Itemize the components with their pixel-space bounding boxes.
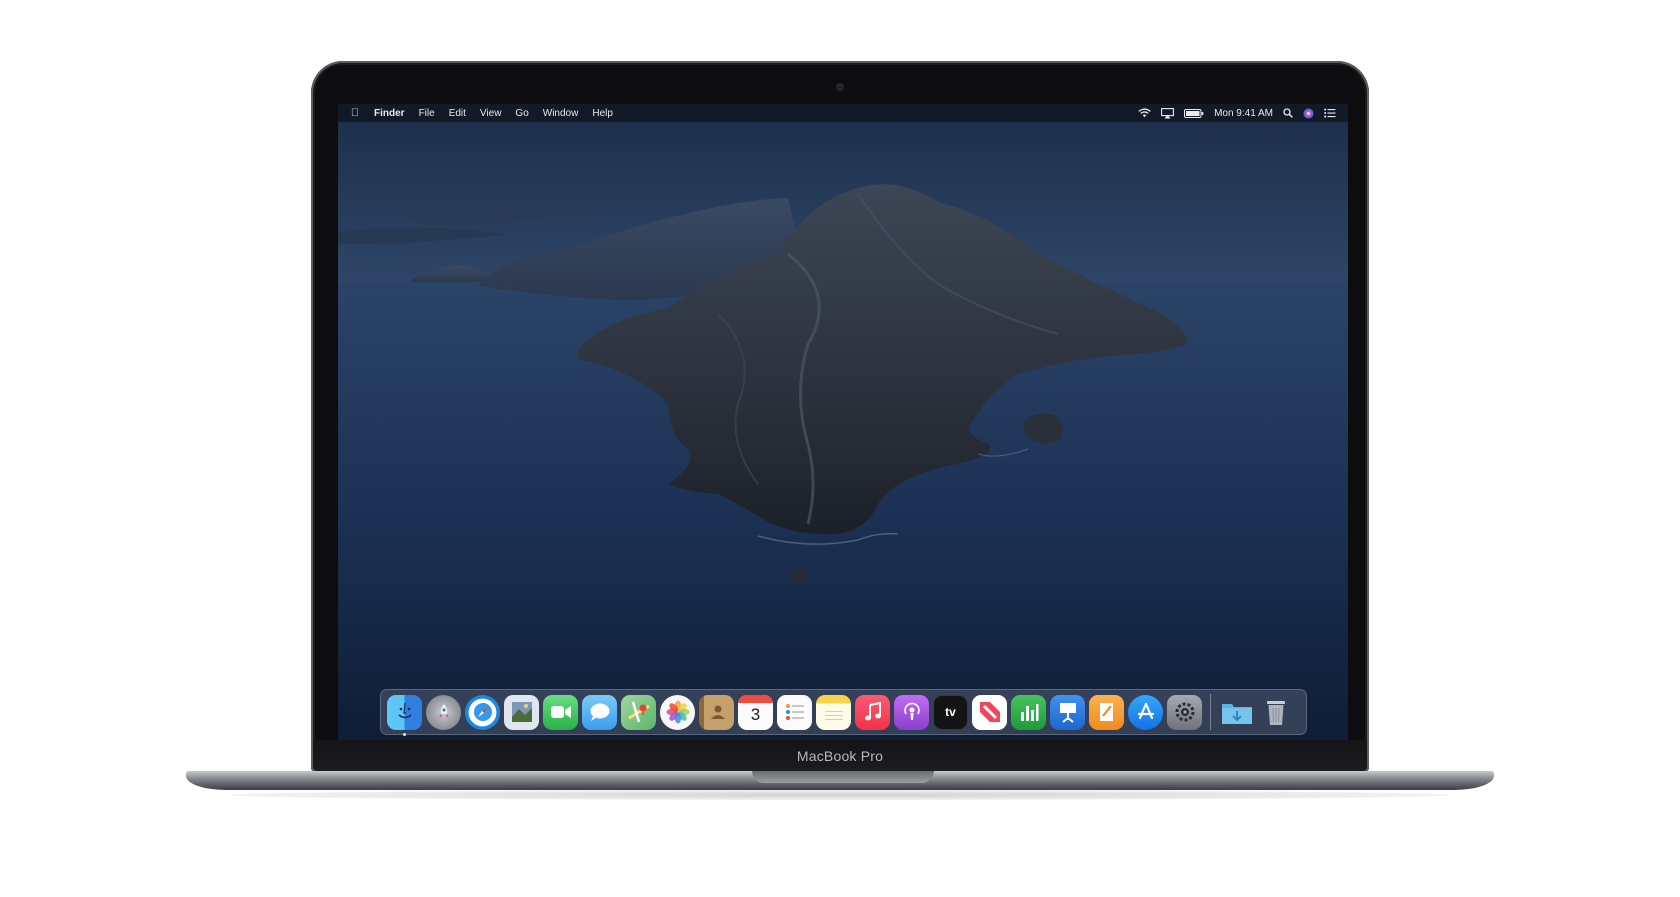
calendar-day-number: 3 (750, 704, 761, 724)
facetime-icon[interactable] (543, 694, 578, 730)
app-store-icon[interactable] (1128, 694, 1163, 730)
menu-help[interactable]: Help (585, 108, 620, 119)
menu-app-name[interactable]: Finder (372, 108, 412, 119)
calendar-header (738, 694, 773, 703)
camera-icon (837, 84, 843, 90)
menu-go[interactable]: Go (508, 108, 535, 119)
menu-clock[interactable]: Mon 9:41 AM (1214, 108, 1273, 119)
keynote-icon[interactable] (1050, 694, 1085, 730)
desktop-screen:  Finder File Edit View Go Window Help M… (338, 104, 1348, 740)
system-preferences-icon[interactable] (1167, 694, 1202, 730)
safari-icon[interactable] (465, 694, 500, 730)
menu-file[interactable]: File (412, 108, 442, 119)
apple-logo-icon[interactable]:  (338, 107, 372, 119)
menu-view[interactable]: View (473, 108, 509, 119)
notes-icon[interactable] (816, 694, 851, 730)
tv-label: tv (945, 705, 956, 719)
running-indicator (403, 732, 406, 736)
spotlight-search-icon[interactable] (1283, 108, 1293, 118)
dock: 3 tv (380, 689, 1307, 736)
music-icon[interactable] (855, 694, 890, 730)
airplay-icon[interactable] (1161, 107, 1175, 119)
dock-separator (1210, 694, 1211, 730)
trash-icon[interactable] (1258, 695, 1293, 730)
wifi-icon[interactable] (1138, 108, 1151, 118)
lid-opening-notch (752, 771, 934, 783)
launchpad-icon[interactable] (426, 694, 461, 730)
device-shadow (230, 790, 1450, 800)
siri-icon[interactable] (1303, 108, 1314, 119)
menu-edit[interactable]: Edit (442, 108, 473, 119)
reminders-icon[interactable] (777, 694, 812, 730)
catalina-wallpaper (338, 104, 1348, 740)
photos-icon[interactable] (660, 694, 695, 730)
menu-window[interactable]: Window (536, 108, 586, 119)
finder-icon[interactable] (387, 694, 422, 736)
photo-booth-icon[interactable] (504, 694, 539, 730)
numbers-icon[interactable] (1011, 694, 1046, 730)
menu-extras: Mon 9:41 AM (1138, 108, 1348, 119)
contacts-icon[interactable] (699, 694, 734, 730)
brand-label: MacBook Pro (796, 748, 884, 764)
maps-icon[interactable] (621, 694, 656, 730)
downloads-folder-icon[interactable] (1219, 695, 1254, 730)
news-icon[interactable] (972, 694, 1007, 730)
podcasts-icon[interactable] (894, 694, 929, 730)
battery-icon[interactable] (1184, 108, 1204, 118)
apple-tv-icon[interactable]: tv (933, 694, 968, 730)
messages-icon[interactable] (582, 694, 617, 730)
menu-bar:  Finder File Edit View Go Window Help M… (338, 104, 1348, 122)
notification-center-icon[interactable] (1324, 108, 1336, 118)
pages-icon[interactable] (1089, 694, 1124, 730)
calendar-icon[interactable]: 3 (738, 694, 773, 730)
